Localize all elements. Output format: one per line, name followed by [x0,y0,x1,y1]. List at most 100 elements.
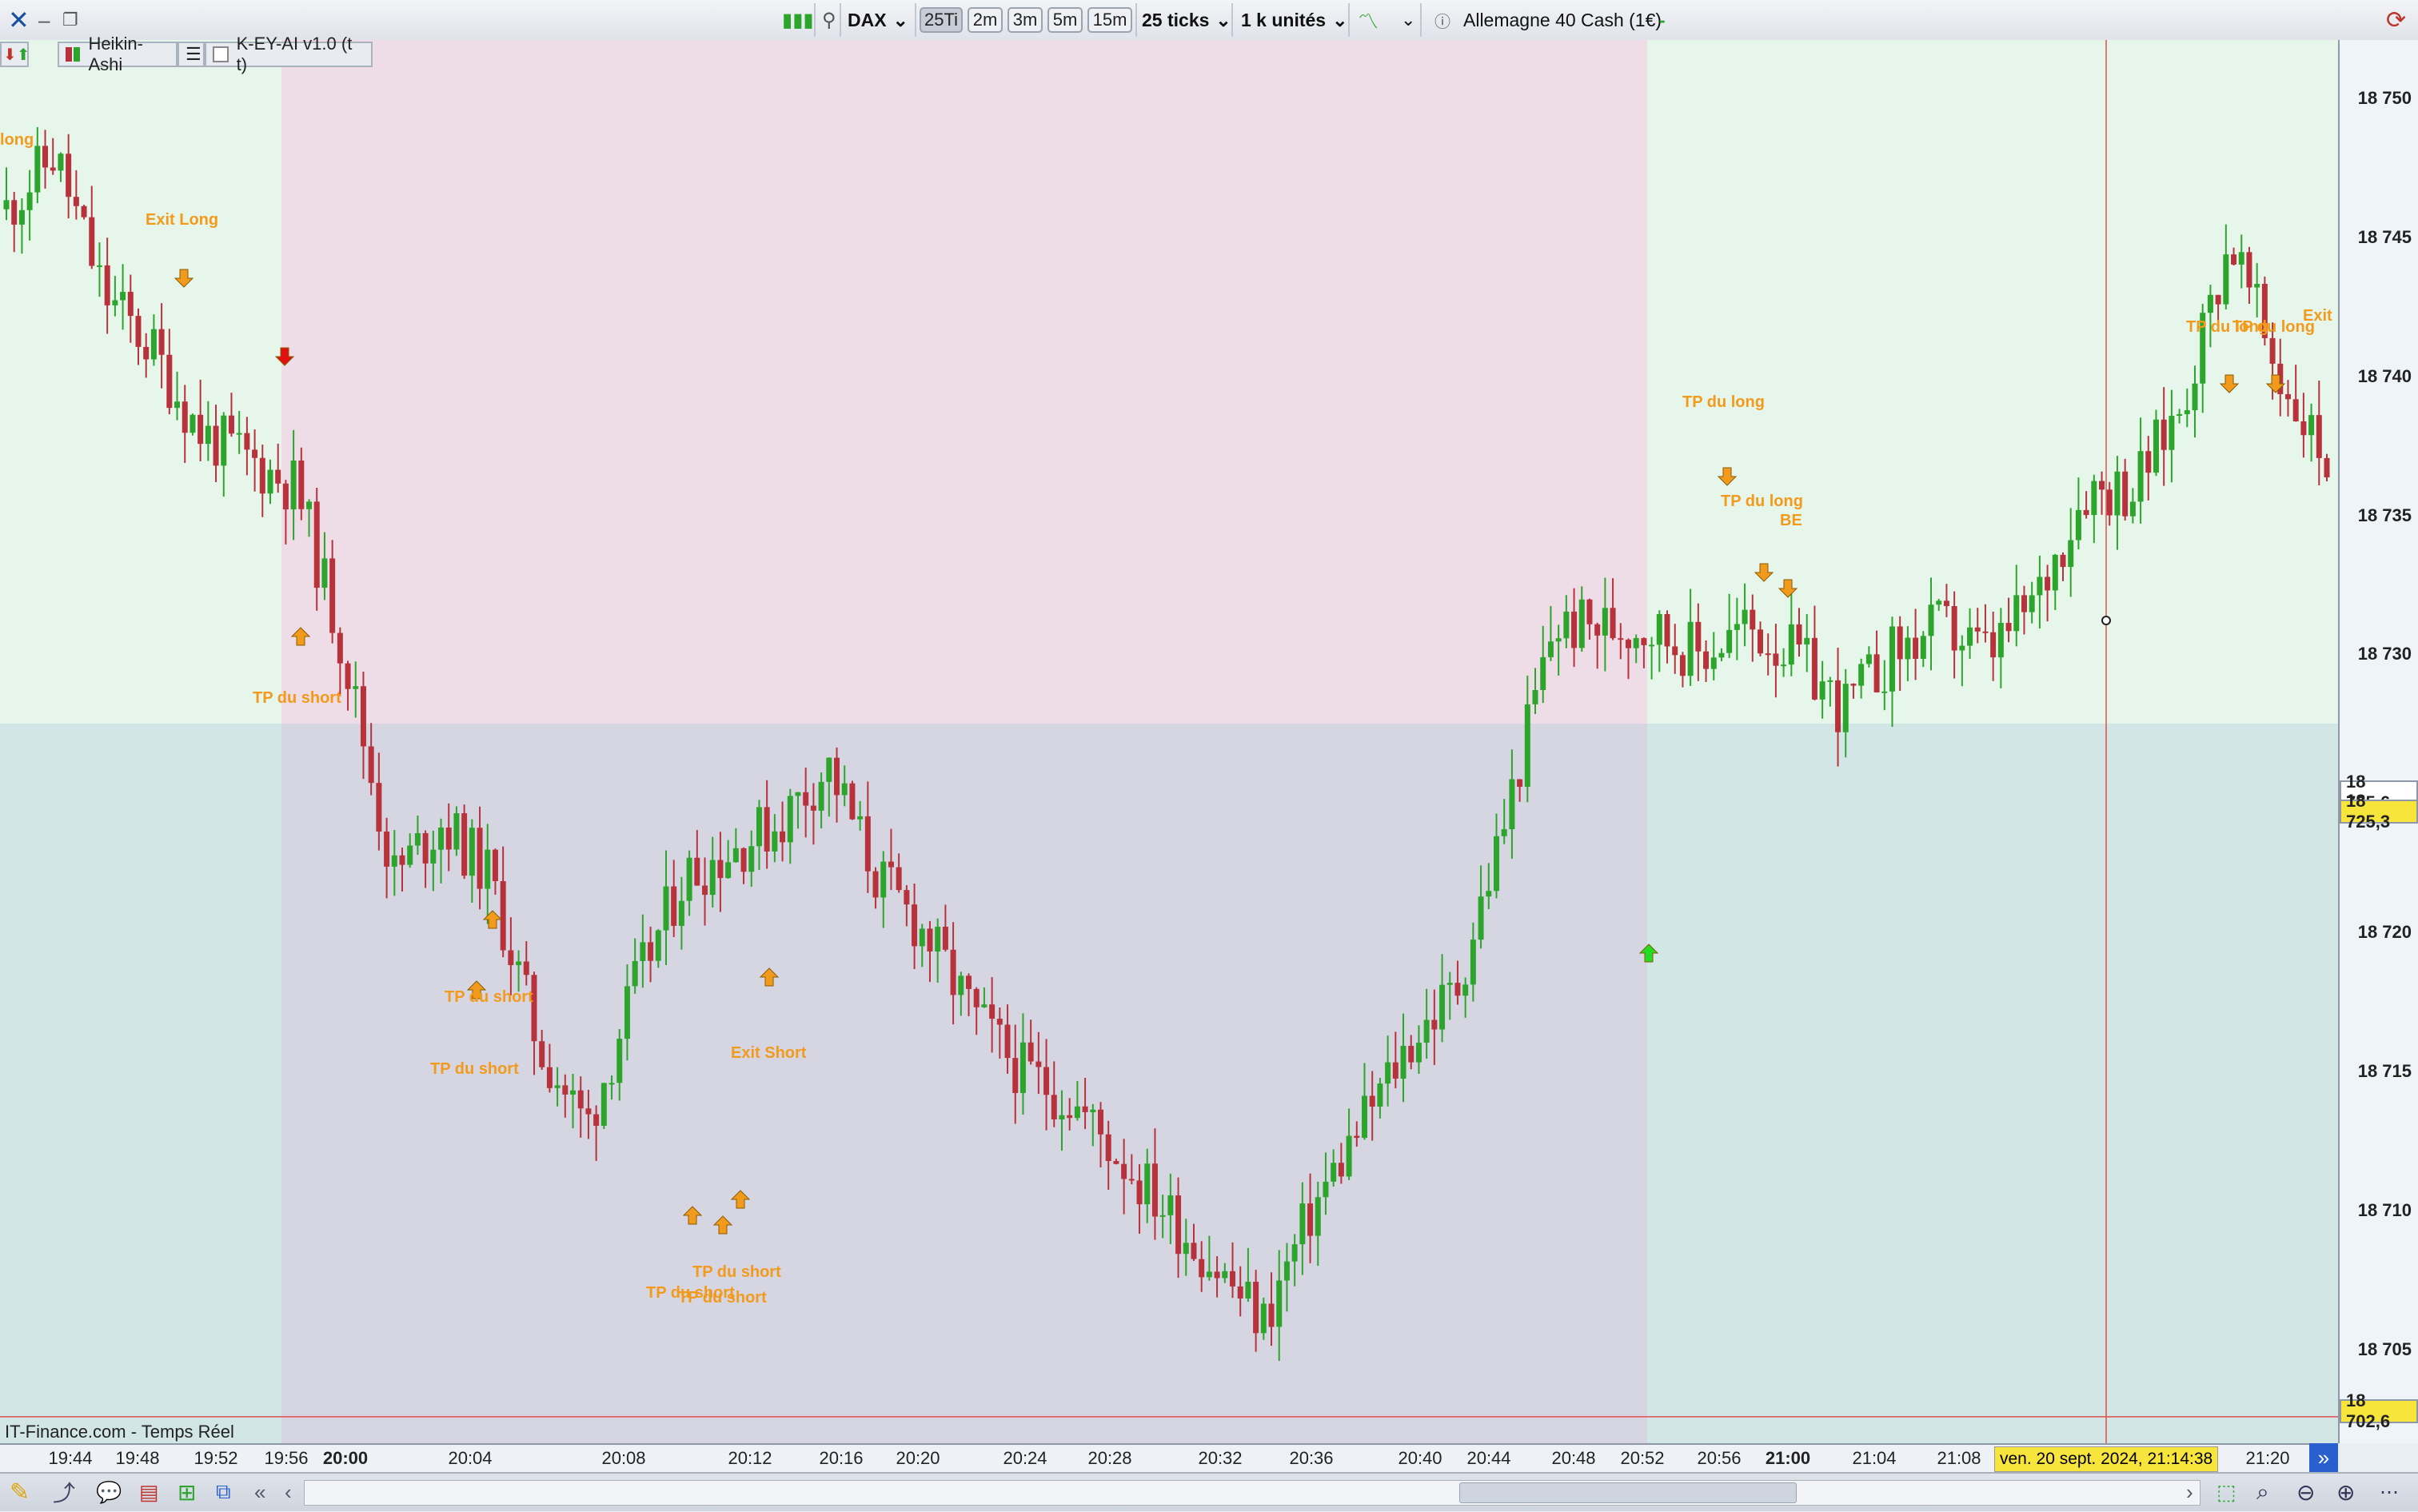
link-icon[interactable]: ⚲ [822,0,836,40]
arrow-down-red-icon[interactable]: ⬇ [3,45,17,65]
candle-body [2300,421,2307,436]
units-select[interactable]: 1 k unités ⌄ [1241,0,1347,40]
chat-icon[interactable]: 💬 [96,1472,122,1512]
candle-body [1423,1019,1430,1043]
annotation-label: Exit Short [731,1044,807,1062]
restore-icon[interactable]: ❐ [62,0,78,40]
candle-body [1990,632,1997,658]
candle-body [601,1083,607,1126]
candle-body [1742,609,1748,624]
candle-body [66,154,72,197]
chart-style-icon[interactable]: ▮▮▮ [782,0,814,40]
indicator-chart-icon[interactable]: 〽 [1358,0,1379,40]
tf-15m-button[interactable]: 15m [1087,7,1132,33]
tf-25ti-button[interactable]: 25Ti [920,7,963,33]
horizontal-scrollbar[interactable] [304,1480,2201,1506]
instrument-select[interactable]: DAX ⌄ [848,0,908,40]
zoom-fit-icon[interactable]: ⌕ [2256,1472,2269,1512]
candle-body [2184,410,2190,414]
tf-2m-button[interactable]: 2m [968,7,1003,33]
candle-body [1517,779,1523,787]
annotation-label: Exit [2303,307,2332,325]
x-tick-label: 20:08 [601,1448,646,1468]
candle-body [438,827,445,850]
candle-body [1113,1161,1119,1164]
scroll-left-icon[interactable]: ‹ [285,1472,292,1512]
candle-body [516,961,522,966]
zoom-in-icon[interactable]: ⊕ [2336,1472,2355,1512]
candle-body [888,861,894,868]
candle-body [1415,1043,1422,1063]
scrollbar-thumb[interactable] [1459,1482,1797,1503]
candle-body [2161,419,2167,450]
candle-body [857,816,864,820]
annotation-label: Exit Long [146,211,219,229]
candle-body [1967,627,1973,646]
candle-body [1788,624,1794,665]
candle-body [1563,611,1570,639]
scanner-icon[interactable]: ⊞ [178,1472,196,1512]
annotation-label: TP du short [430,1060,519,1078]
scroll-right-icon[interactable]: › [2186,1472,2193,1512]
zoom-out-icon[interactable]: ⊖ [2296,1472,2315,1512]
candle-body [469,828,475,876]
minimize-icon[interactable]: – [38,0,50,40]
candle-body [1338,1163,1344,1177]
time-axis[interactable]: 19:44 19:48 19:52 19:56 20:00 20:04 20:08 20:12… [0,1443,2338,1474]
candle-body [1679,655,1686,676]
candle-body [1586,599,1593,624]
candle-body [252,449,258,458]
pencil-icon[interactable]: ✎ [10,1472,30,1512]
cursor-date-label: ven. 20 sept. 2024, 21:14:38 [1994,1446,2219,1472]
order-book-icon[interactable]: ▤ [139,1472,159,1512]
candle-body [1377,1083,1383,1107]
candle-body [585,1108,592,1115]
ticks-select[interactable]: 25 ticks ⌄ [1142,0,1231,40]
candle-body [678,900,684,926]
refresh-icon[interactable]: ⟳ [2386,0,2406,40]
y-tick-label: 18 750 [2357,87,2412,108]
candle-body [562,1085,569,1095]
chevron-down-icon: ⌄ [1332,9,1348,30]
x-tick-label: 20:48 [1551,1448,1596,1468]
candle-body [2099,481,2105,490]
info-icon[interactable]: ⓘ [1434,0,1450,40]
indicator-key-ai[interactable]: K-EY-AI v1.0 (t t) [205,34,373,74]
candle-body [632,960,638,987]
candle-body [2021,595,2027,612]
close-icon[interactable]: ✕ [8,0,30,40]
tf-3m-button[interactable]: 3m [1008,7,1043,33]
candle-body [531,975,537,1042]
chart-settings-icon[interactable]: ⬚ [2216,1472,2236,1512]
x-tick-label: 19:52 [194,1448,238,1468]
chevron-down-icon[interactable]: ⌄ [1401,0,1415,40]
tf-5m-button[interactable]: 5m [1047,7,1083,33]
candle-body [73,197,79,206]
candle-body [810,805,816,811]
arrow-up-green-icon[interactable]: ⬆ [17,45,30,65]
checkbox-icon[interactable] [213,46,229,62]
more-icon[interactable]: ⋯ [2380,1472,2399,1512]
candle-body [1214,1271,1220,1279]
candle-body [2223,254,2229,305]
chart-plot-area[interactable] [0,40,2338,1443]
share-icon[interactable]: ⤴ [53,1472,75,1512]
candle-body [3,200,10,209]
candle-body [2145,451,2152,473]
candle-body [2060,554,2066,568]
x-tick-label: 20:36 [1289,1448,1334,1468]
list-icon[interactable]: ☰ [178,42,205,67]
candle-body [213,425,219,466]
collapse-icon[interactable]: « [254,1472,265,1512]
ticks-label: 25 ticks [1142,9,1210,30]
window-icon[interactable]: ⧉ [216,1472,231,1512]
indicator-heikin-ashi[interactable]: Heikin-Ashi [58,34,178,74]
price-axis[interactable]: 18 70518 71018 71518 72018 72518 73018 7… [2338,40,2418,1443]
indicator-arrows[interactable]: ⬇ ⬆ [0,42,30,67]
candle-body [1695,621,1702,652]
candle-body [981,1004,988,1007]
scroll-right-icon[interactable]: » [2309,1443,2338,1472]
candle-body [360,686,366,747]
candle-body [996,1019,1003,1025]
candle-body [1151,1163,1158,1217]
